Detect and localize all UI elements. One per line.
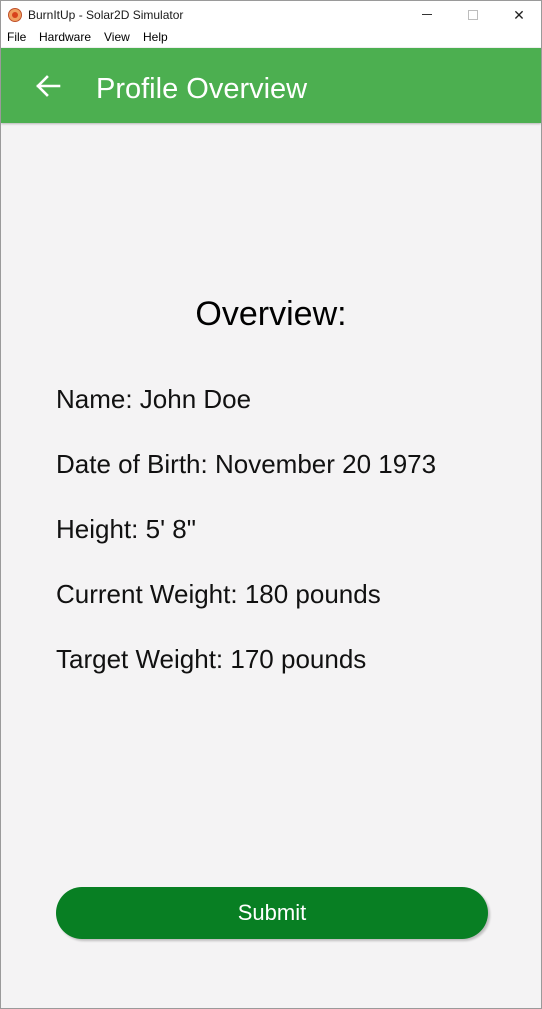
date-of-birth-field: Date of Birth: November 20 1973 [56,449,437,479]
simulator-window: BurnItUp - Solar2D Simulator ✕ File Hard… [0,0,542,1009]
minimize-button[interactable] [404,1,450,29]
app-header: Profile Overview [1,48,541,123]
name-field: Name: John Doe [56,384,252,414]
back-button[interactable] [35,74,61,98]
overview-heading: Overview: [195,295,347,333]
menu-item-view[interactable]: View [104,30,130,44]
solar2d-app-icon [8,8,22,22]
target-weight-field: Target Weight: 170 pounds [56,644,367,674]
menu-bar: File Hardware View Help [1,29,541,47]
maximize-button[interactable] [450,1,496,29]
back-arrow-icon [36,75,61,97]
submit-button-label: Submit [237,900,307,925]
height-field: Height: 5' 8" [56,514,196,544]
submit-button[interactable]: Submit [56,887,488,939]
menu-item-file[interactable]: File [7,30,26,44]
menu-item-hardware[interactable]: Hardware [39,30,91,44]
title-bar[interactable]: BurnItUp - Solar2D Simulator ✕ [1,1,541,29]
menu-item-help[interactable]: Help [143,30,168,44]
minimize-icon [422,13,432,15]
close-button[interactable]: ✕ [496,1,541,29]
close-icon: ✕ [513,6,525,23]
window-title: BurnItUp - Solar2D Simulator [28,8,184,22]
page-title: Profile Overview [96,73,308,105]
maximize-icon [468,9,478,20]
current-weight-field: Current Weight: 180 pounds [56,579,381,609]
